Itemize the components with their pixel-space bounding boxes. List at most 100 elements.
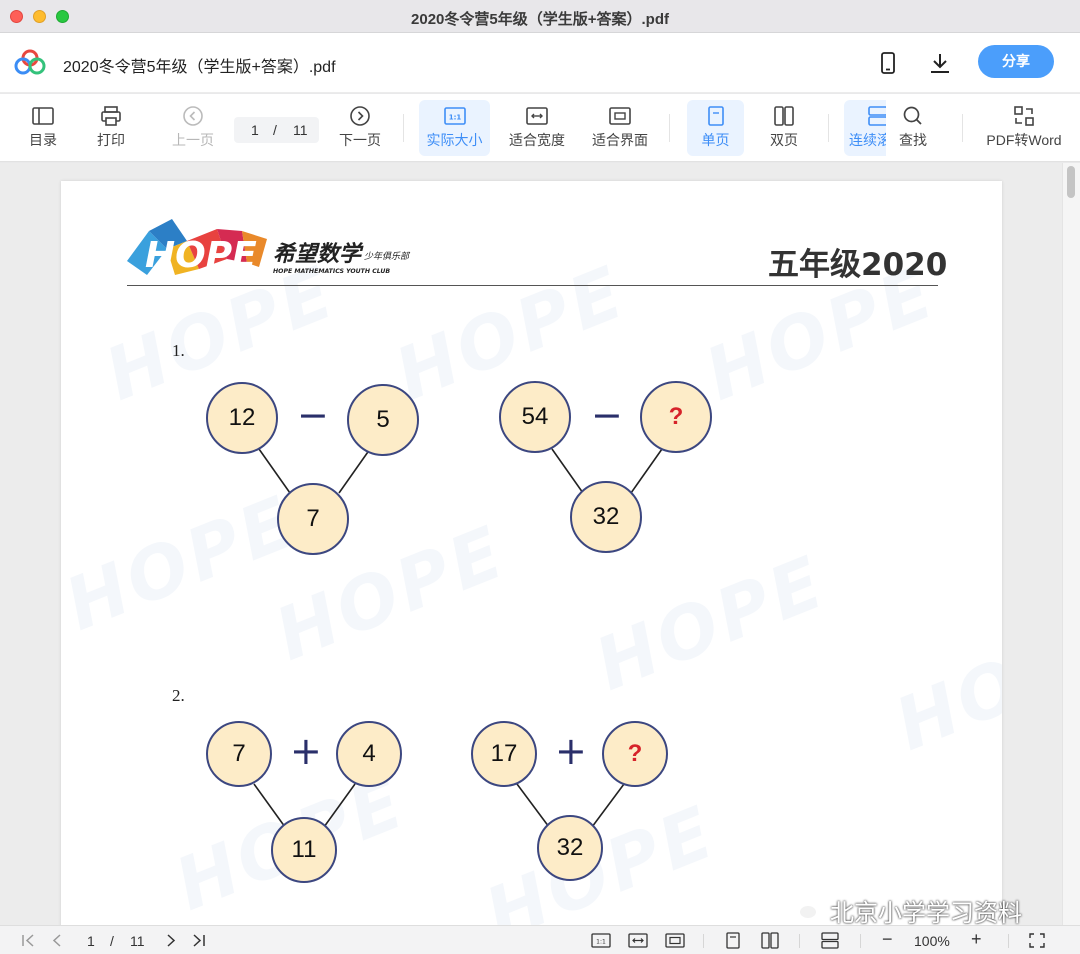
double-page-label: 双页 [770, 132, 798, 148]
find-label: 查找 [899, 132, 927, 148]
page-separator: / [273, 122, 277, 138]
download-icon[interactable] [928, 51, 952, 75]
puzzle-connectors [253, 448, 663, 828]
puzzle-circle-left: 12 [206, 382, 278, 454]
toc-icon [32, 107, 54, 125]
puzzle-operator: + [555, 729, 587, 773]
first-page-icon[interactable] [20, 932, 38, 949]
status-divider [860, 934, 861, 948]
status-bar: 1 / 11 1:1 − 100% + [0, 925, 1080, 954]
puzzle-circle-right: 5 [347, 384, 419, 456]
question-number: 2. [172, 686, 185, 705]
puzzle-circle-left: 54 [499, 381, 571, 453]
puzzle-circle-right: 4 [336, 721, 402, 787]
fit-width-icon[interactable] [628, 932, 648, 949]
fit-page-icon [609, 107, 631, 125]
fit-page-label: 适合界面 [592, 132, 648, 148]
puzzle-circle-bottom: 32 [570, 481, 642, 553]
chevron-left-circle-icon [183, 106, 203, 126]
puzzle-circle-bottom: 32 [537, 815, 603, 881]
find-button[interactable]: 查找 [890, 100, 936, 156]
puzzle-circle-bottom: 11 [271, 817, 337, 883]
mobile-icon[interactable] [876, 51, 900, 75]
toolbar-divider [403, 114, 404, 142]
zoom-out-button[interactable]: − [882, 929, 893, 950]
overlay-watermark-text: 北京小学学习资料 [830, 899, 1022, 925]
previous-page-icon[interactable] [48, 932, 66, 949]
single-page-icon[interactable] [724, 932, 742, 949]
actual-size-icon-text: 1:1 [596, 939, 606, 946]
convert-icon [1014, 106, 1034, 126]
single-page-button[interactable]: 单页 [687, 100, 744, 156]
pdf-to-word-button[interactable]: PDF转Word [982, 100, 1066, 156]
continuous-scroll-label: 连续滚 [849, 132, 886, 148]
toc-button[interactable]: 目录 [18, 100, 68, 156]
status-page-total: 11 [130, 933, 145, 949]
puzzle-circle-bottom: 7 [277, 483, 349, 555]
prev-page-button[interactable]: 上一页 [166, 100, 220, 156]
page-current: 1 [251, 122, 259, 138]
printer-icon [101, 106, 121, 126]
status-page-current: 1 [87, 933, 95, 949]
last-page-icon[interactable] [190, 932, 208, 949]
continuous-scroll-icon[interactable] [821, 932, 839, 949]
toc-label: 目录 [29, 132, 57, 148]
actual-size-icon-text: 1:1 [448, 114, 461, 122]
app-header: 2020冬令营5年级（学生版+答案）.pdf 分享 [0, 33, 1080, 93]
single-page-label: 单页 [701, 132, 730, 148]
next-page-button[interactable]: 下一页 [334, 100, 386, 156]
fit-width-button[interactable]: 适合宽度 [505, 100, 569, 156]
actual-size-button[interactable]: 1:1 实际大小 [419, 100, 490, 156]
fit-page-icon[interactable] [665, 932, 685, 949]
continuous-scroll-button[interactable]: 连续滚 [844, 100, 886, 156]
pdf-to-word-label: PDF转Word [986, 132, 1062, 148]
fullscreen-icon[interactable] [1028, 932, 1046, 949]
print-label: 打印 [97, 132, 125, 148]
status-page-separator: / [110, 933, 114, 949]
puzzle-circle-left: 7 [206, 721, 272, 787]
window-title: 2020冬令营5年级（学生版+答案）.pdf [411, 11, 669, 28]
actual-size-icon[interactable]: 1:1 [591, 932, 611, 949]
puzzle-operator: − [297, 393, 329, 437]
puzzle-operator: + [290, 729, 322, 773]
puzzle-circle-unknown: ? [640, 381, 712, 453]
puzzle-circle-unknown: ? [602, 721, 668, 787]
actual-size-icon: 1:1 [443, 107, 466, 125]
puzzle-operator: − [591, 393, 623, 437]
double-page-icon[interactable] [761, 932, 779, 949]
page-total: 11 [293, 122, 308, 138]
zoom-in-button[interactable]: + [971, 929, 982, 950]
share-button[interactable]: 分享 [978, 45, 1054, 78]
next-page-label: 下一页 [339, 132, 381, 148]
puzzle-circle-left: 17 [471, 721, 537, 787]
pdf-page: HOPE HOPE HOPE HOPE HOPE HOPE HOPE HOPE … [61, 181, 1002, 925]
scrollbar-thumb[interactable] [1067, 166, 1075, 198]
print-button[interactable]: 打印 [86, 100, 136, 156]
status-divider [1008, 934, 1009, 948]
zoom-level: 100% [914, 933, 950, 949]
chevron-right-circle-icon [350, 106, 370, 126]
question-number: 1. [172, 341, 185, 360]
app-logo-icon [14, 49, 46, 75]
single-page-icon [707, 106, 724, 126]
toolbar-divider [669, 114, 670, 142]
wechat-icon [787, 897, 818, 920]
continuous-scroll-icon [868, 106, 886, 126]
page-number-input[interactable]: 1 / 11 [234, 117, 319, 143]
toolbar: 目录 打印 上一页 1 / 11 下一页 1:1 实际大小 适合宽度 适合界面 … [0, 94, 1080, 162]
fit-width-label: 适合宽度 [509, 132, 565, 148]
document-title: 2020冬令营5年级（学生版+答案）.pdf [63, 59, 336, 76]
next-page-icon[interactable] [162, 932, 180, 949]
window-titlebar: 2020冬令营5年级（学生版+答案）.pdf [0, 0, 1080, 33]
vertical-scrollbar[interactable] [1062, 163, 1080, 925]
fit-page-button[interactable]: 适合界面 [588, 100, 652, 156]
search-icon [903, 106, 922, 125]
double-page-button[interactable]: 双页 [758, 100, 810, 156]
actual-size-label: 实际大小 [426, 132, 483, 148]
fit-width-icon [526, 107, 548, 125]
status-divider [799, 934, 800, 948]
double-page-icon [774, 106, 794, 126]
toolbar-divider [962, 114, 963, 142]
status-divider [703, 934, 704, 948]
document-viewport[interactable]: HOPE HOPE HOPE HOPE HOPE HOPE HOPE HOPE … [0, 163, 1080, 925]
